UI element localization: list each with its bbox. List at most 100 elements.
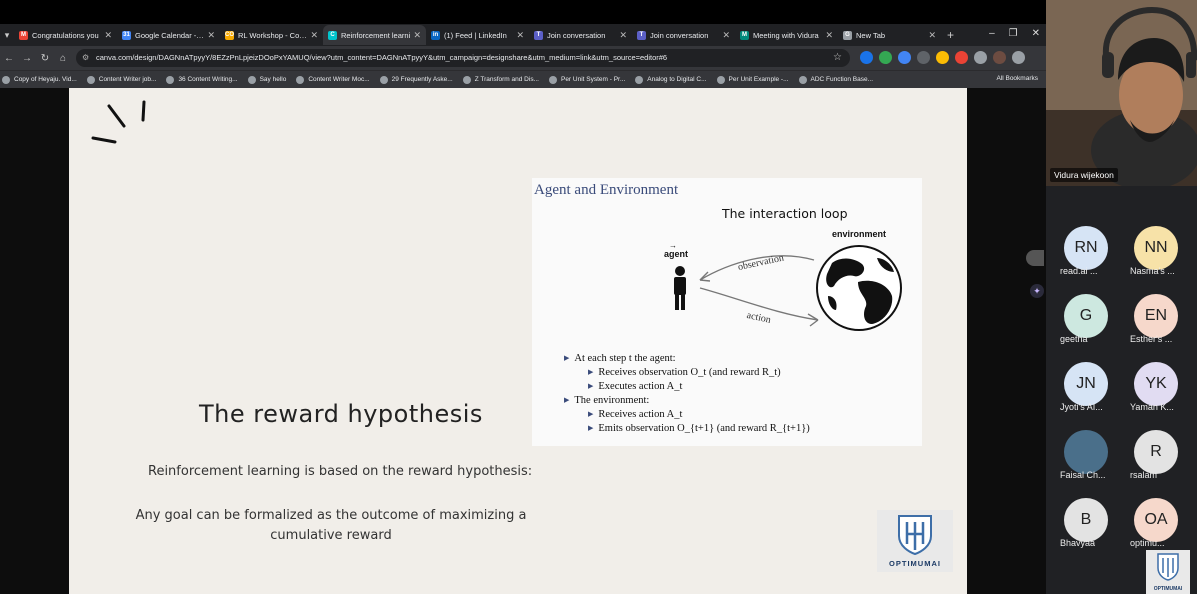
minimize-icon[interactable]: – bbox=[989, 28, 995, 39]
bookmark-label: Z Transform and Dis... bbox=[474, 76, 539, 83]
profile-avatar[interactable] bbox=[993, 51, 1006, 64]
bookmark-item[interactable]: Copy of Heyaju. Vid... bbox=[2, 75, 77, 84]
bookmark-favicon-icon bbox=[247, 75, 256, 84]
bookmark-label: 29 Frequently Aske... bbox=[391, 76, 453, 83]
forward-icon[interactable]: → bbox=[18, 53, 36, 64]
participant-avatar: NN bbox=[1134, 226, 1178, 270]
participant-avatar: G bbox=[1064, 294, 1108, 338]
earth-globe-icon bbox=[816, 245, 902, 331]
tab-title: Google Calendar - W bbox=[135, 30, 205, 40]
extension-icon[interactable] bbox=[936, 51, 949, 64]
extension-icon[interactable] bbox=[917, 51, 930, 64]
tab-search-icon[interactable]: ▾ bbox=[0, 30, 14, 41]
bullet-emits-observation-text: Emits observation O_{t+1} (and reward R_… bbox=[598, 423, 810, 434]
action-label: action bbox=[746, 310, 772, 326]
bookmark-item[interactable]: Content Writer Moc... bbox=[296, 75, 370, 84]
reload-icon[interactable]: ↻ bbox=[36, 53, 54, 64]
extension-icon[interactable] bbox=[955, 51, 968, 64]
restore-icon[interactable]: ❐ bbox=[1009, 28, 1018, 39]
tab-close-icon[interactable]: ✕ bbox=[619, 30, 627, 41]
new-tab-button[interactable]: + bbox=[947, 28, 954, 42]
url-field[interactable]: ⚙ canva.com/design/DAGNnATpyyY/8EZzPnLpj… bbox=[76, 49, 850, 67]
participant-name: Nasma's ... bbox=[1130, 266, 1175, 276]
tab-close-icon[interactable]: ✕ bbox=[207, 30, 215, 41]
participant-tile[interactable]: JN Jyoti's AI... bbox=[1046, 362, 1116, 430]
extension-icon[interactable] bbox=[860, 51, 873, 64]
bookmark-item[interactable]: ADC Function Base... bbox=[798, 75, 874, 84]
bookmark-item[interactable]: Content Writer job... bbox=[86, 75, 156, 84]
participant-tile[interactable]: EN Esther's ... bbox=[1116, 294, 1186, 362]
bookmark-item[interactable]: Per Unit System - Pr... bbox=[548, 75, 625, 84]
browser-tab[interactable]: CO RL Workshop - Colab ✕ bbox=[220, 25, 323, 45]
participant-tile[interactable]: B Bhavyaa bbox=[1046, 498, 1116, 566]
participant-tile[interactable]: Rrsalam bbox=[1116, 430, 1186, 498]
tab-favicon-icon: 31 bbox=[122, 30, 131, 40]
bookmarks-bar: Copy of Heyaju. Vid... Content Writer job… bbox=[0, 70, 1046, 88]
gemini-sparkle-icon[interactable]: ✦ bbox=[1030, 284, 1044, 298]
participant-tile[interactable]: NN Nasma's ... bbox=[1116, 226, 1186, 294]
browser-tab[interactable]: M Meeting with Vidura ✕ bbox=[735, 25, 838, 45]
interaction-loop-diagram: observation action bbox=[674, 245, 902, 331]
side-panel-toggle[interactable] bbox=[1026, 250, 1044, 266]
bullet-agent: At each step t the agent: bbox=[564, 352, 810, 366]
extensions bbox=[860, 51, 1025, 64]
loop-bullets: At each step t the agent: Receives obser… bbox=[564, 352, 810, 436]
participant-tile[interactable]: YK Yaman K... bbox=[1116, 362, 1186, 430]
tab-close-icon[interactable]: ✕ bbox=[722, 30, 730, 41]
tabs: M Congratulations you ✕ 31 Google Calendar -… bbox=[14, 25, 941, 45]
presentation-stage: Agent and Environment The interaction lo… bbox=[0, 88, 1046, 594]
bookmark-favicon-icon bbox=[166, 75, 175, 84]
browser-tab[interactable]: C Reinforcement learni ✕ bbox=[323, 25, 426, 45]
bookmark-item[interactable]: Analog to Digital C... bbox=[635, 75, 707, 84]
bookmark-label: Content Writer Moc... bbox=[308, 76, 370, 83]
participant-tile[interactable]: Ggeetha bbox=[1046, 294, 1116, 362]
site-info-icon[interactable]: ⚙ bbox=[82, 49, 89, 67]
tab-title: Reinforcement learni bbox=[341, 30, 411, 40]
close-window-icon[interactable]: ✕ bbox=[1032, 28, 1040, 39]
bookmark-item[interactable]: Per Unit Example -... bbox=[716, 75, 789, 84]
browser-tab[interactable]: in (1) Feed | LinkedIn ✕ bbox=[426, 25, 529, 45]
bookmark-item[interactable]: Z Transform and Dis... bbox=[462, 75, 539, 84]
tab-close-icon[interactable]: ✕ bbox=[516, 30, 524, 41]
bullet-receives-action-text: Receives action A_t bbox=[598, 409, 683, 420]
bookmark-favicon-icon bbox=[2, 75, 10, 84]
slide-title: The reward hypothesis bbox=[199, 400, 483, 428]
home-icon[interactable]: ⌂ bbox=[54, 53, 72, 64]
bullet-executes-action-text: Executes action A_t bbox=[598, 381, 683, 392]
tab-close-icon[interactable]: ✕ bbox=[310, 30, 318, 41]
bookmark-list: Copy of Heyaju. Vid... Content Writer job… bbox=[2, 75, 883, 84]
bookmark-favicon-icon bbox=[798, 75, 807, 84]
extensions-puzzle-icon[interactable] bbox=[974, 51, 987, 64]
tab-close-icon[interactable]: ✕ bbox=[104, 30, 112, 41]
agent-environment-figure: Agent and Environment The interaction lo… bbox=[532, 178, 922, 446]
extension-icon[interactable] bbox=[879, 51, 892, 64]
browser-tab[interactable]: T Join conversation ✕ bbox=[529, 25, 632, 45]
browser-tab[interactable]: T Join conversation ✕ bbox=[632, 25, 735, 45]
tab-close-icon[interactable]: ✕ bbox=[825, 30, 833, 41]
tab-close-icon[interactable]: ✕ bbox=[928, 30, 936, 41]
tab-close-icon[interactable]: ✕ bbox=[413, 30, 421, 41]
browser-menu-icon[interactable] bbox=[1012, 51, 1025, 64]
back-icon[interactable]: ← bbox=[0, 53, 18, 64]
browser-tab[interactable]: M Congratulations you ✕ bbox=[14, 25, 117, 45]
bookmark-label: Say hello bbox=[259, 76, 287, 83]
mini-shield-icon bbox=[1157, 553, 1179, 581]
browser-tab[interactable]: G New Tab ✕ bbox=[838, 25, 941, 45]
tab-title: (1) Feed | LinkedIn bbox=[444, 30, 507, 40]
participant-tile[interactable]: Faisal Ch... bbox=[1046, 430, 1116, 498]
slide-text-goal: Any goal can be formalized as the outcom… bbox=[135, 508, 527, 543]
shield-logo-icon bbox=[898, 515, 932, 556]
bookmark-label: ADC Function Base... bbox=[810, 76, 874, 83]
bookmark-item[interactable]: 29 Frequently Aske... bbox=[379, 75, 453, 84]
bookmark-item[interactable]: 36 Content Writing... bbox=[166, 75, 238, 84]
bookmark-star-icon[interactable]: ☆ bbox=[833, 49, 842, 67]
participant-tile[interactable]: RN read.ai ... bbox=[1046, 226, 1116, 294]
bookmark-item[interactable]: Say hello bbox=[247, 75, 287, 84]
bullet-agent-text: At each step t the agent: bbox=[574, 353, 676, 364]
participant-name: Yaman K... bbox=[1130, 402, 1174, 412]
browser-tab[interactable]: 31 Google Calendar - W ✕ bbox=[117, 25, 220, 45]
screen: ▾ M Congratulations you ✕ 31 Google Calendar… bbox=[0, 0, 1197, 594]
bullet-receives-action: Receives action A_t bbox=[564, 408, 810, 422]
all-bookmarks[interactable]: All Bookmarks bbox=[996, 75, 1038, 82]
extension-icon[interactable] bbox=[898, 51, 911, 64]
